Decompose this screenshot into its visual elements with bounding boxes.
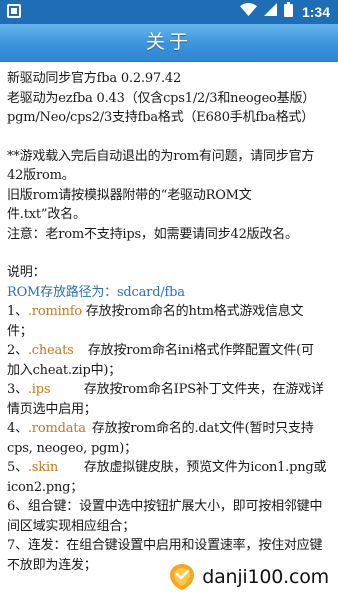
item-description: 存放虚拟键皮肤，预览文件为icon1.png或 <box>83 460 327 475</box>
intro-line: 老驱动为ezfba 0.43（仅含cps1/2/3和neogeo基版） <box>7 90 316 106</box>
rom-path: ROM存放路径为：sdcard/fba <box>7 284 185 300</box>
explain-label: 说明： <box>7 265 46 280</box>
list-item-continued: 加入cheat.zip中)； <box>7 362 122 378</box>
list-item-continued: 件； <box>7 323 33 339</box>
notice-line: 旧版rom请按模拟器附带的“老驱动ROM文 <box>7 187 252 203</box>
item-number: 3、 <box>7 382 28 397</box>
folder-name: .cheats <box>27 343 74 358</box>
notice-line: 注意：老rom不支持ips，如需要请同步42版改名。 <box>7 226 298 242</box>
site-logo-icon <box>170 564 195 590</box>
item-description: 存放按rom命名的htm格式游戏信息文 <box>85 304 304 319</box>
item-description: 存放按rom命名ini格式作弊配置文件(可 <box>87 343 314 358</box>
folder-name: .ips <box>27 382 51 397</box>
list-item-continued: icon2.png； <box>7 479 84 495</box>
folder-name: .romdata <box>27 421 86 436</box>
wifi-icon <box>239 3 257 21</box>
list-item: 3、.ips 存放按rom命名IPS补丁文件夹，在游戏详 <box>7 380 335 400</box>
notice-line: **游戏载入完后自动退出的为rom有问题，请同步官方 <box>7 148 315 164</box>
list-item-continued: cps, neogeo, pgm)； <box>7 440 137 456</box>
list-item: 4、.romdata 存放按rom命名的.dat文件(暂时只支持 <box>7 419 335 439</box>
about-content: 新驱动同步官方fba 0.2.97.42 老驱动为ezfba 0.43（仅含cp… <box>7 69 335 575</box>
item-description: 存放按rom命名的.dat文件(暂时只支持 <box>91 421 314 436</box>
signal-icon <box>263 3 277 21</box>
folder-name: .rominfo <box>27 304 82 319</box>
watermark-text: danji100.com <box>202 566 329 588</box>
intro-line: pgm/Neo/cps2/3支持fba格式（E680手机fba格式） <box>7 110 315 125</box>
watermark: danji100.com <box>167 562 329 592</box>
item-number: 2、 <box>7 343 28 358</box>
list-item: 1、.rominfo 存放按rom命名的htm格式游戏信息文 <box>7 302 335 322</box>
page-title: 关于 <box>145 31 192 53</box>
tail-line: 间区域实现相应组合； <box>7 518 136 534</box>
battery-icon <box>283 2 293 22</box>
status-bar: 1:34 <box>0 0 338 24</box>
item-description: 存放按rom命名IPS补丁文件夹，在游戏详 <box>83 382 324 397</box>
title-bar: 关于 <box>0 24 338 62</box>
list-item: 2、.cheats 存放按rom命名ini格式作弊配置文件(可 <box>7 341 335 361</box>
intro-line: 新驱动同步官方fba 0.2.97.42 <box>7 71 182 86</box>
status-time: 1:34 <box>301 4 330 20</box>
notice-line: 件.txt”改名。 <box>7 207 86 222</box>
list-item-continued: 情页选中启用； <box>7 401 97 417</box>
list-item: 5、.skin 存放虚拟键皮肤，预览文件为icon1.png或 <box>7 458 335 478</box>
tail-line: 7、连发：在组合键设置中启用和设置速率，按住对应键 <box>7 538 323 553</box>
item-number: 1、 <box>7 304 28 319</box>
item-number: 5、 <box>7 460 28 475</box>
app-icon <box>7 4 21 18</box>
folder-name: .skin <box>27 460 59 475</box>
item-number: 4、 <box>7 421 28 436</box>
notice-line: 42版rom。 <box>7 168 75 183</box>
tail-line: 6、组合键：设置中选中按钮扩展大小，即可按相邻键中 <box>7 499 323 514</box>
